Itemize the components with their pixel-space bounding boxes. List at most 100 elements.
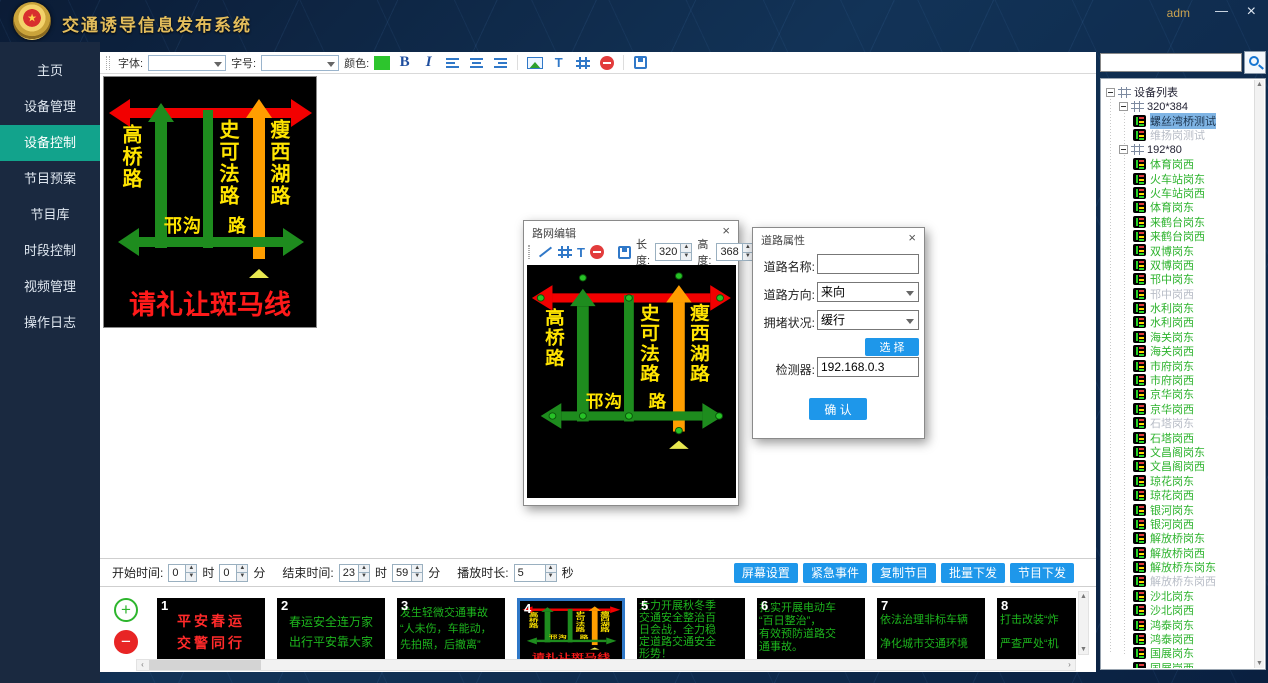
tree-device-item[interactable]: 国展岗西 xyxy=(1102,661,1254,668)
length-spinner[interactable]: 320▲▼ xyxy=(655,243,692,261)
tree-device-item[interactable]: 鸿泰岗西 xyxy=(1102,632,1254,646)
close-icon[interactable]: × xyxy=(722,223,730,238)
tree-device-item[interactable]: 文昌阁岗东 xyxy=(1102,445,1254,459)
control-handle[interactable] xyxy=(579,412,587,419)
action-button[interactable]: 批量下发 xyxy=(941,563,1005,583)
control-handle[interactable] xyxy=(715,412,723,419)
tree-device-item[interactable]: 维扬岗测试 xyxy=(1102,128,1254,142)
font-select[interactable] xyxy=(148,55,226,71)
scrollbar-thumb[interactable] xyxy=(149,660,261,670)
end-hour-spinner[interactable]: 23▲▼ xyxy=(339,564,370,582)
sidebar-item[interactable]: 节目库 xyxy=(0,197,100,233)
scroll-right-icon[interactable]: › xyxy=(1064,660,1075,670)
confirm-button[interactable]: 确 认 xyxy=(809,398,867,420)
playlist-item[interactable]: 3 发生轻微交通事故“人未伤，车能动，先拍照，后撤离” xyxy=(397,598,505,664)
spinner-arrows[interactable]: ▲▼ xyxy=(358,565,369,581)
tree-device-item[interactable]: 体育岗东 xyxy=(1102,200,1254,214)
action-button[interactable]: 节目下发 xyxy=(1010,563,1074,583)
tree-device-item[interactable]: 解放桥东岗东 xyxy=(1102,560,1254,574)
scroll-left-icon[interactable]: ‹ xyxy=(137,660,148,670)
playlist-item[interactable]: 7 依法治理非标车辆净化城市交通环境 xyxy=(877,598,985,664)
action-button[interactable]: 屏幕设置 xyxy=(734,563,798,583)
tree-group-192x80[interactable]: 192*80 xyxy=(1102,143,1254,157)
logged-in-user[interactable]: adm xyxy=(1167,6,1190,20)
collapse-icon[interactable] xyxy=(1106,88,1115,97)
tree-device-item[interactable]: 螺丝湾桥测试 xyxy=(1102,114,1254,128)
sidebar-item[interactable]: 设备管理 xyxy=(0,89,100,125)
spinner-arrows[interactable]: ▲▼ xyxy=(411,565,422,581)
minimize-icon[interactable]: — xyxy=(1215,3,1228,18)
tree-device-item[interactable]: 解放桥岗东 xyxy=(1102,531,1254,545)
align-right-button[interactable] xyxy=(491,54,510,72)
close-icon[interactable]: × xyxy=(908,230,916,245)
tree-group-320x384[interactable]: 320*384 xyxy=(1102,99,1254,113)
tree-device-item[interactable]: 银河岗东 xyxy=(1102,502,1254,516)
sidebar-item[interactable]: 时段控制 xyxy=(0,233,100,269)
collapse-icon[interactable] xyxy=(1119,102,1128,111)
congestion-select[interactable]: 缓行 xyxy=(817,310,919,330)
vertical-scrollbar[interactable]: ▲▼ xyxy=(1078,591,1089,655)
road-network-button[interactable] xyxy=(573,54,592,72)
tree-device-item[interactable]: 邗中岗西 xyxy=(1102,286,1254,300)
spinner-arrows[interactable]: ▲▼ xyxy=(680,244,691,260)
tree-scrollbar[interactable]: ▲▼ xyxy=(1254,80,1264,668)
tree-device-item[interactable]: 来鹤台岗西 xyxy=(1102,229,1254,243)
tree-root[interactable]: 设备列表 xyxy=(1102,85,1254,99)
sidebar-item[interactable]: 主页 xyxy=(0,53,100,89)
action-button[interactable]: 紧急事件 xyxy=(803,563,867,583)
scroll-up-icon[interactable]: ▲ xyxy=(1079,593,1088,600)
road-network-button[interactable] xyxy=(558,243,572,261)
italic-button[interactable]: I xyxy=(419,54,438,72)
scroll-down-icon[interactable]: ▼ xyxy=(1255,660,1264,667)
close-icon[interactable]: × xyxy=(1247,3,1256,21)
playlist-item[interactable]: 6 扎实开展电动车“百日整治”，有效预防道路交通事故。 xyxy=(757,598,865,664)
collapse-icon[interactable] xyxy=(1119,145,1128,154)
tree-device-item[interactable]: 文昌阁岗西 xyxy=(1102,459,1254,473)
align-left-button[interactable] xyxy=(443,54,462,72)
tree-device-item[interactable]: 市府岗东 xyxy=(1102,358,1254,372)
tree-device-item[interactable]: 火车站岗西 xyxy=(1102,186,1254,200)
tree-device-item[interactable]: 琼花岗西 xyxy=(1102,488,1254,502)
search-button[interactable] xyxy=(1244,51,1266,74)
start-hour-spinner[interactable]: 0▲▼ xyxy=(168,564,197,582)
detector-input[interactable] xyxy=(817,357,919,377)
playlist-item[interactable]: 8 打击改装“炸严查严处“机 xyxy=(997,598,1076,664)
tree-device-item[interactable]: 国展岗东 xyxy=(1102,646,1254,660)
bold-button[interactable]: B xyxy=(395,54,414,72)
spinner-arrows[interactable]: ▲▼ xyxy=(236,565,247,581)
tree-device-item[interactable]: 海关岗西 xyxy=(1102,344,1254,358)
draw-road-button[interactable] xyxy=(538,243,553,261)
action-button[interactable]: 复制节目 xyxy=(872,563,936,583)
spinner-arrows[interactable]: ▲▼ xyxy=(185,565,196,581)
road-direction-select[interactable]: 来向 xyxy=(817,282,919,302)
duration-spinner[interactable]: 5▲▼ xyxy=(514,564,557,582)
tree-device-item[interactable]: 琼花岗东 xyxy=(1102,474,1254,488)
tree-device-item[interactable]: 京华岗西 xyxy=(1102,402,1254,416)
tree-device-item[interactable]: 来鹤台岗东 xyxy=(1102,215,1254,229)
tree-device-item[interactable]: 鸿泰岗东 xyxy=(1102,617,1254,631)
tree-device-item[interactable]: 双博岗西 xyxy=(1102,258,1254,272)
tree-device-item[interactable]: 沙北岗东 xyxy=(1102,589,1254,603)
align-center-button[interactable] xyxy=(467,54,486,72)
road-name-input[interactable] xyxy=(817,254,919,274)
horizontal-scrollbar[interactable]: ‹ › xyxy=(136,659,1076,671)
tree-device-item[interactable]: 京华岗东 xyxy=(1102,387,1254,401)
start-minute-spinner[interactable]: 0▲▼ xyxy=(219,564,248,582)
tree-device-item[interactable]: 石塔岗东 xyxy=(1102,416,1254,430)
tree-device-item[interactable]: 银河岗西 xyxy=(1102,517,1254,531)
sidebar-item[interactable]: 操作日志 xyxy=(0,305,100,341)
control-handle[interactable] xyxy=(537,294,545,301)
delete-button[interactable] xyxy=(590,243,604,261)
sidebar-item[interactable]: 视频管理 xyxy=(0,269,100,305)
insert-text-button[interactable]: T xyxy=(549,54,568,72)
color-swatch[interactable] xyxy=(374,56,390,70)
tree-device-item[interactable]: 体育岗西 xyxy=(1102,157,1254,171)
control-handle[interactable] xyxy=(625,294,633,301)
control-handle[interactable] xyxy=(625,412,633,419)
scroll-down-icon[interactable]: ▼ xyxy=(1079,646,1088,653)
middle-road-bar[interactable] xyxy=(624,295,634,421)
playlist-item[interactable]: 2 春运安全连万家出行平安靠大家 xyxy=(277,598,385,664)
road-sign-diagram-editable[interactable]: 高桥路 史可法路 瘦西湖路 邗沟 路 请礼让斑马线 xyxy=(527,265,735,494)
tree-device-item[interactable]: 火车站岗东 xyxy=(1102,171,1254,185)
tree-device-item[interactable]: 海关岗东 xyxy=(1102,330,1254,344)
